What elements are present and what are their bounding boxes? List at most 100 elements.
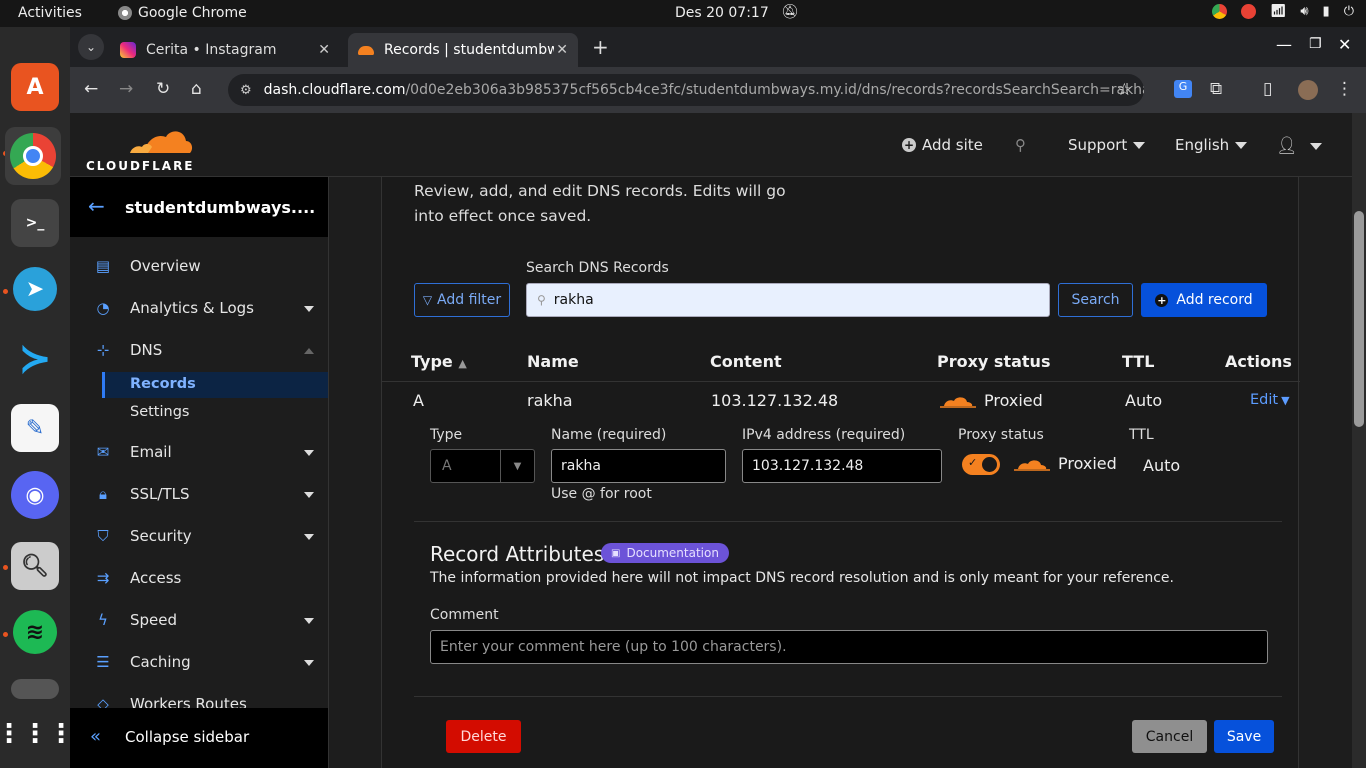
chrome-menu-icon[interactable]: ⋮ — [1336, 79, 1353, 99]
chevron-down-icon — [304, 618, 314, 624]
scrollbar-thumb[interactable] — [1354, 211, 1364, 427]
battery-icon[interactable]: ▮ — [1323, 4, 1330, 19]
name-input[interactable]: rakha — [551, 449, 726, 483]
maximize-icon[interactable]: ❐ — [1309, 36, 1322, 52]
collapse-sidebar-button[interactable]: « Collapse sidebar — [70, 708, 328, 768]
wifi-icon[interactable]: 📶︎ — [1270, 4, 1287, 19]
reload-icon[interactable]: ↻ — [156, 79, 170, 99]
chrome-tray-icon[interactable] — [1211, 4, 1227, 19]
translate-icon[interactable]: G — [1174, 80, 1192, 98]
activities-button[interactable]: Activities — [18, 5, 82, 21]
search-input[interactable]: ⚲ rakha — [526, 283, 1050, 317]
documentation-badge[interactable]: ▣ Documentation — [601, 543, 729, 563]
language-dropdown[interactable]: English — [1175, 136, 1248, 154]
column-header-proxy-status[interactable]: Proxy status — [937, 352, 1050, 371]
column-header-type[interactable]: Type ▲ — [411, 352, 467, 371]
column-header-content[interactable]: Content — [710, 352, 782, 371]
telegram-icon[interactable]: ➤ — [13, 267, 57, 311]
ipv4-input[interactable]: 103.127.132.48 — [742, 449, 942, 483]
terminal-icon[interactable]: >_ — [11, 199, 59, 247]
user-menu[interactable]: 👤︎ — [1276, 136, 1322, 156]
save-button[interactable]: Save — [1214, 720, 1274, 753]
browser-toolbar: ← → ↻ ⌂ ⚙ dash.cloudflare.com /0d0e2eb30… — [70, 67, 1366, 113]
ttl-label: TTL — [1129, 427, 1154, 443]
sidebar-item-ssl[interactable]: 🔒︎ SSL/TLS — [70, 481, 328, 511]
ttl-value: Auto — [1143, 456, 1181, 475]
running-indicator — [3, 632, 8, 637]
new-tab-icon[interactable]: + — [592, 35, 609, 59]
back-arrow-icon[interactable]: ← — [88, 194, 105, 218]
network-icon: ⊹ — [96, 341, 110, 359]
sidebar-item-overview[interactable]: ▤ Overview — [70, 253, 328, 283]
sidebar-item-analytics[interactable]: ◔ Analytics & Logs — [70, 295, 328, 325]
add-filter-button[interactable]: ▽ Add filter — [414, 283, 510, 317]
back-icon[interactable]: ← — [84, 79, 98, 99]
spotify-icon[interactable]: ≋ — [13, 610, 57, 654]
book-icon: ▣ — [611, 547, 621, 559]
system-tray[interactable]: 📶︎ 🔊︎ ▮ ⏻ — [1211, 4, 1354, 19]
sidebar-item-dns-settings[interactable]: Settings — [102, 400, 328, 426]
edit-record-link[interactable]: Edit ▼ — [1250, 392, 1290, 408]
page-scrollbar[interactable] — [1352, 113, 1366, 768]
sidebar-item-email[interactable]: ✉ Email — [70, 439, 328, 469]
show-apps-icon[interactable]: ⋮⋮⋮ — [0, 710, 74, 758]
profile-avatar[interactable] — [1298, 80, 1318, 100]
type-select[interactable]: A ▼ — [430, 449, 535, 483]
bookmark-star-icon[interactable]: ☆ — [1117, 80, 1132, 100]
collapse-label: Collapse sidebar — [125, 728, 250, 746]
zone-header: ← studentdumbways.... — [70, 177, 328, 237]
discord-icon[interactable]: ◉ — [11, 471, 59, 519]
minimize-icon[interactable]: — — [1276, 35, 1292, 54]
home-icon[interactable]: ⌂ — [191, 79, 202, 99]
plus-circle-icon: + — [902, 138, 916, 152]
close-tab-icon[interactable]: ✕ — [556, 42, 568, 58]
sidebar-item-speed[interactable]: ϟ Speed — [70, 607, 328, 637]
column-header-name[interactable]: Name — [527, 352, 579, 371]
extensions-icon[interactable]: ⧉ — [1210, 79, 1222, 99]
proxied-cloud-icon — [940, 396, 976, 408]
dns-records-card: Review, add, and edit DNS records. Edits… — [381, 177, 1300, 768]
sidebar-item-records[interactable]: Records — [102, 372, 328, 398]
sidebar-item-access[interactable]: ⇉ Access — [70, 565, 328, 595]
vscode-icon[interactable]: ≻ — [11, 335, 59, 383]
tray-app-icon[interactable] — [1240, 4, 1256, 19]
tab-search-button[interactable]: ⌄ — [78, 34, 104, 60]
sidebar-item-dns[interactable]: ⊹ DNS — [70, 337, 328, 367]
lightning-icon: ϟ — [98, 611, 108, 629]
tab-instagram[interactable]: Cerita • Instagram ✕ — [110, 33, 340, 67]
tab-records[interactable]: Records | studentdumbw ✕ — [348, 33, 578, 67]
volume-icon[interactable]: 🔊︎ — [1300, 4, 1308, 19]
drive-icon[interactable] — [11, 679, 59, 699]
caret-down-icon: ▼ — [1281, 393, 1290, 407]
side-panel-icon[interactable]: ▯ — [1263, 79, 1272, 99]
sidebar-item-security[interactable]: ⛉ Security — [70, 523, 328, 553]
close-window-icon[interactable]: ✕ — [1338, 35, 1351, 54]
address-bar[interactable]: ⚙ dash.cloudflare.com /0d0e2eb306a3b9853… — [228, 74, 1144, 106]
chevron-down-icon — [304, 450, 314, 456]
add-record-button[interactable]: + Add record — [1141, 283, 1267, 317]
cancel-button[interactable]: Cancel — [1132, 720, 1207, 753]
delete-button[interactable]: Delete — [446, 720, 521, 753]
close-tab-icon[interactable]: ✕ — [318, 42, 330, 58]
image-viewer-icon[interactable]: 🔍︎ — [11, 542, 59, 590]
forward-icon[interactable]: → — [119, 79, 133, 99]
app-center-icon[interactable]: A — [11, 63, 59, 111]
comment-input[interactable]: Enter your comment here (up to 100 chara… — [430, 630, 1268, 664]
chrome-dock-icon[interactable] — [5, 127, 61, 185]
site-info-icon[interactable]: ⚙ — [240, 83, 252, 98]
sidebar-item-caching[interactable]: ☰ Caching — [70, 649, 328, 679]
add-site-link[interactable]: + Add site — [902, 136, 983, 154]
comment-label: Comment — [430, 607, 499, 623]
type-label: Type — [430, 427, 463, 443]
clock[interactable]: Des 20 07:17 — [675, 5, 769, 21]
column-header-ttl[interactable]: TTL — [1122, 352, 1154, 371]
power-icon[interactable]: ⏻ — [1344, 4, 1354, 19]
pie-chart-icon: ◔ — [96, 299, 110, 317]
proxy-toggle[interactable]: ✓ — [962, 454, 1000, 475]
search-icon[interactable]: ⚲ — [1015, 136, 1026, 154]
sidebar-item-label: Overview — [130, 257, 201, 275]
search-button[interactable]: Search — [1058, 283, 1133, 317]
app-menu[interactable]: Google Chrome — [118, 5, 247, 21]
text-editor-icon[interactable]: ✎ — [11, 404, 59, 452]
support-dropdown[interactable]: Support — [1068, 136, 1146, 154]
